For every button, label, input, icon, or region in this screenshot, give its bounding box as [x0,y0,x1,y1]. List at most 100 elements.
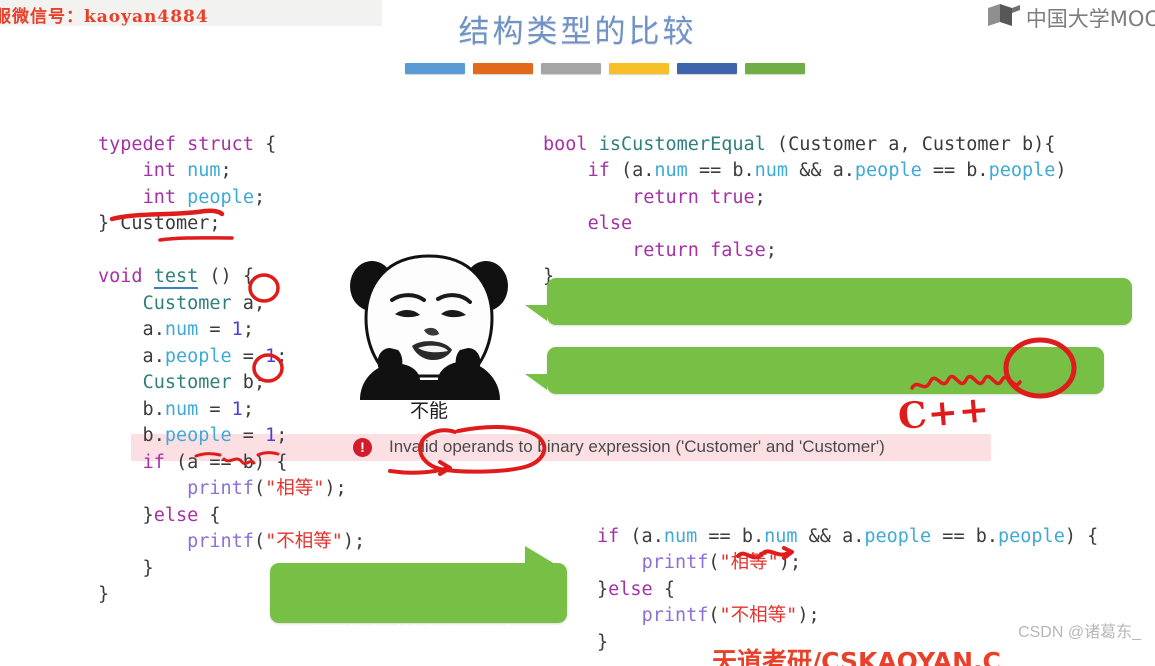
code-token: 1 [231,398,243,420]
code-token: Customer [142,372,232,393]
code-token: && a. [797,525,865,547]
code-token: b; [231,372,266,393]
panda-meme-image [340,252,518,400]
code-token: ); [797,605,820,626]
code-token: = [231,345,266,367]
code-token: typedef [98,133,188,155]
code-token: num [764,525,798,547]
code-token: ); [324,478,347,499]
code-token: test [153,266,199,289]
code-token: num [663,525,698,547]
code-token: ); [342,531,366,552]
code-token: ; [754,186,766,208]
code-token: = [198,319,232,340]
csdn-watermark: CSDN @诸葛东_ [1018,624,1141,641]
code-token: num [754,160,789,181]
meme-caption: 不能 [409,400,448,422]
title-decoration-bars [405,63,805,74]
code-token: struct [187,133,254,155]
code-token: ; [276,345,288,367]
error-badge-icon: ! [353,438,372,457]
code-token: Customer [921,133,1011,155]
code-token: == b. [931,525,998,547]
code-token: } [98,213,121,234]
code-token: } [98,584,110,605]
code-token: true [710,186,755,208]
code-token: "不相等" [265,531,343,552]
code-token: && a. [788,160,855,181]
code-token: } [98,557,154,579]
code-token: ; [276,425,288,446]
code-token: ; [253,186,266,208]
code-token: return [632,239,699,261]
code-token: num [164,319,199,340]
callout-compare-each-member: 需要依次对比各个分量来 判断两个结构体是否相等 [270,546,567,666]
code-token: people [988,160,1056,181]
code-token: } [597,578,609,600]
code-token: num [654,160,688,181]
code-token: people [854,160,922,181]
code-token: false [710,239,766,261]
code-token: b){ [1010,133,1056,155]
code-token: } [597,631,609,653]
code-token: ); [778,552,802,573]
callout-text: 需要依次对比各个分量来 判断两个结构体是否相等 [284,623,518,666]
title-bar-4 [677,63,737,74]
code-token: { [652,578,675,600]
code-token: == b. [921,160,989,181]
code-token: ; [209,213,221,234]
code-token: people [998,525,1065,547]
code-token: a. [98,319,165,340]
code-token: printf [187,531,254,552]
title-bar-2 [541,63,601,74]
slide-title: 结构类型的比较 [458,14,697,50]
code-token: ( [708,605,720,626]
code-token: people [164,345,232,367]
code-token: "相等" [265,478,325,499]
bottom-red-watermark: 天道考研/CSKAOYAN.C [712,647,1001,666]
code-block-top-right: bool isCustomerEqual (Customer a, Custom… [543,132,1067,291]
code-token: ( [253,531,266,552]
code-token: "相等" [719,552,779,573]
code-token: 1 [231,319,243,340]
code-token: b. [98,425,165,446]
code-token: ; [242,319,254,340]
code-token: (a. [609,160,655,181]
code-block-left: typedef struct { int num; int people; } … [98,132,365,609]
code-token: == b. [697,525,765,547]
code-token: ; [220,160,232,181]
code-token: Customer [142,292,232,314]
handwritten-cpp-annotation: C++ [896,388,992,438]
code-token: ) { [1064,525,1099,547]
code-token: ( [253,478,266,499]
code-token: a, [877,133,922,155]
code-token: ; [765,239,777,261]
code-token: = [198,398,232,420]
callout-better-way: 更好的办法：定义一个函数，童叟无欺，用过都说好 [525,278,1132,365]
callout-tail [525,374,547,390]
code-token: if [587,160,610,181]
callout-c-language-note: 注意：C语言中，结构体的比较不能直接用 == [525,347,1104,434]
code-token: printf [641,552,709,573]
code-token: people [864,525,932,547]
code-token: num [187,160,221,181]
code-token: (a == b) { [164,451,288,473]
title-bar-5 [745,63,805,74]
code-token: 1 [265,345,277,367]
code-token: () { [198,266,254,287]
callout-tail [525,305,547,321]
code-token: people [187,186,254,208]
code-token: == b. [687,160,755,181]
